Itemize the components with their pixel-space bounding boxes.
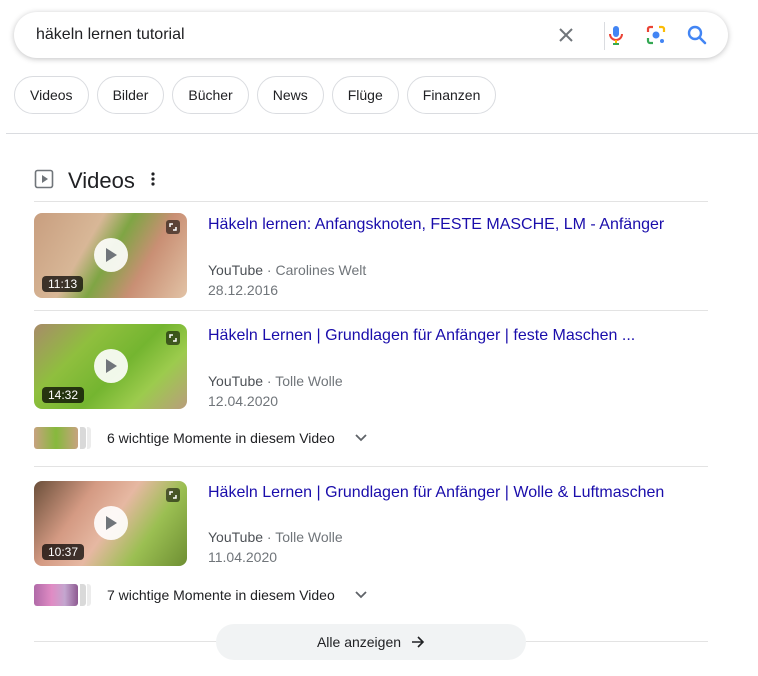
- video-duration: 11:13: [42, 276, 84, 292]
- video-thumbnail[interactable]: 11:13: [34, 213, 187, 298]
- chip-buecher[interactable]: Bücher: [172, 76, 249, 114]
- video-title-link[interactable]: Häkeln Lernen | Grundlagen für Anfänger …: [208, 327, 635, 345]
- filter-chips: Videos Bilder Bücher News Flüge Finanzen: [14, 76, 497, 114]
- divider: [34, 310, 708, 311]
- meta-separator: ·: [266, 373, 272, 389]
- play-icon[interactable]: [94, 506, 128, 540]
- meta-separator: ·: [266, 262, 272, 278]
- section-title: Videos: [68, 168, 135, 193]
- expand-icon[interactable]: [166, 331, 180, 350]
- divider: [34, 466, 708, 467]
- video-meta: YouTube · Carolines Welt: [208, 262, 366, 278]
- key-moments-row[interactable]: 7 wichtige Momente in diesem Video: [34, 583, 367, 607]
- chip-finanzen[interactable]: Finanzen: [406, 76, 497, 114]
- chevron-down-icon[interactable]: [355, 591, 367, 599]
- moment-thumbnail-stack: [87, 427, 91, 449]
- moment-thumbnail: [34, 584, 78, 606]
- expand-icon[interactable]: [166, 220, 180, 239]
- microphone-icon[interactable]: [604, 23, 628, 47]
- video-source: YouTube: [208, 373, 264, 389]
- play-icon[interactable]: [94, 238, 128, 272]
- video-duration: 14:32: [42, 387, 85, 403]
- more-options-icon[interactable]: [151, 171, 155, 192]
- expand-icon[interactable]: [166, 488, 180, 507]
- videos-section-header: Videos: [34, 166, 155, 196]
- video-channel: Tolle Wolle: [275, 373, 343, 389]
- show-all-button[interactable]: Alle anzeigen: [216, 624, 526, 660]
- video-title-link[interactable]: Häkeln lernen: Anfangsknoten, FESTE MASC…: [208, 216, 664, 234]
- moment-thumbnail-stack: [87, 584, 91, 606]
- video-channel: Tolle Wolle: [275, 529, 343, 545]
- video-source: YouTube: [208, 529, 264, 545]
- chip-bilder[interactable]: Bilder: [96, 76, 165, 114]
- moment-thumbnail-stack: [80, 427, 86, 449]
- video-meta: YouTube · Tolle Wolle: [208, 529, 343, 545]
- arrow-right-icon: [411, 636, 425, 648]
- chip-news[interactable]: News: [256, 76, 324, 114]
- chip-videos[interactable]: Videos: [14, 76, 89, 114]
- video-meta: YouTube · Tolle Wolle: [208, 373, 343, 389]
- video-play-icon: [34, 169, 54, 194]
- video-date: 12.04.2020: [208, 393, 279, 409]
- lens-icon[interactable]: [644, 23, 668, 47]
- play-icon[interactable]: [94, 349, 128, 383]
- key-moments-row[interactable]: 6 wichtige Momente in diesem Video: [34, 426, 367, 450]
- meta-separator: ·: [266, 529, 272, 545]
- moment-thumbnail-stack: [80, 584, 86, 606]
- search-input[interactable]: häkeln lernen tutorial: [36, 26, 185, 44]
- video-source: YouTube: [208, 262, 264, 278]
- video-title-link[interactable]: Häkeln Lernen | Grundlagen für Anfänger …: [208, 484, 664, 502]
- search-icon[interactable]: [685, 23, 709, 47]
- moment-thumbnail: [34, 427, 78, 449]
- video-thumbnail[interactable]: 10:37: [34, 481, 187, 566]
- video-channel: Carolines Welt: [275, 262, 367, 278]
- video-date: 11.04.2020: [208, 549, 278, 565]
- key-moments-label: 7 wichtige Momente in diesem Video: [107, 587, 335, 603]
- chip-fluege[interactable]: Flüge: [331, 76, 399, 114]
- show-all-label: Alle anzeigen: [316, 634, 402, 650]
- key-moments-label: 6 wichtige Momente in diesem Video: [107, 430, 335, 446]
- chevron-down-icon[interactable]: [355, 434, 367, 442]
- divider: [34, 201, 708, 202]
- clear-icon[interactable]: [554, 23, 578, 47]
- video-duration: 10:37: [42, 544, 85, 560]
- video-date: 28.12.2016: [208, 282, 279, 298]
- search-box[interactable]: häkeln lernen tutorial: [14, 12, 728, 58]
- video-thumbnail[interactable]: 14:32: [34, 324, 187, 409]
- divider: [6, 133, 758, 134]
